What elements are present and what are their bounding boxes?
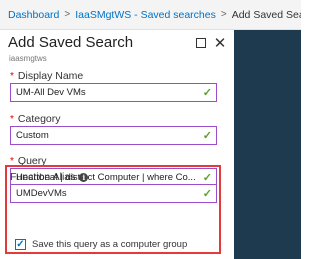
breadcrumb-separator: > (64, 9, 71, 20)
info-icon[interactable]: i (79, 172, 89, 182)
panel-subtitle: iaasmgtws (9, 54, 47, 63)
computer-group-label: Save this query as a computer group (32, 239, 188, 250)
computer-group-option: ✓ Save this query as a computer group (15, 239, 187, 250)
breadcrumb-saved-searches-link[interactable]: IaaSMgtWS - Saved searches (75, 9, 216, 21)
breadcrumb: Dashboard > IaaSMgtWS - Saved searches >… (0, 0, 301, 30)
required-mark: * (10, 113, 14, 125)
category-label-text: Category (17, 113, 61, 125)
category-label: * Category (10, 113, 61, 125)
valid-check-icon: ✓ (202, 188, 212, 200)
background-blade (234, 30, 301, 259)
category-value: Custom (16, 130, 49, 141)
display-name-label-text: Display Name (17, 70, 84, 82)
panel-title: Add Saved Search (8, 34, 134, 51)
category-input[interactable]: Custom ✓ (10, 126, 217, 145)
display-name-value: UM-All Dev VMs (16, 87, 86, 98)
breadcrumb-dashboard-link[interactable]: Dashboard (8, 9, 59, 21)
display-name-input[interactable]: UM-All Dev VMs ✓ (10, 83, 217, 102)
display-name-label: * Display Name (10, 70, 83, 82)
function-alias-label: Function Alias i (10, 171, 89, 183)
computer-group-checkbox[interactable]: ✓ (15, 239, 26, 250)
function-alias-value: UMDevVMs (16, 188, 67, 199)
valid-check-icon: ✓ (202, 87, 212, 99)
valid-check-icon: ✓ (202, 130, 212, 142)
function-alias-input[interactable]: UMDevVMs ✓ (10, 184, 217, 203)
breadcrumb-separator: > (220, 9, 227, 20)
maximize-icon[interactable] (194, 36, 208, 50)
breadcrumb-current: Add Saved Search (231, 8, 301, 21)
close-icon[interactable]: ✕ (213, 35, 227, 52)
function-alias-label-text: Function Alias (10, 171, 76, 183)
required-mark: * (10, 70, 14, 82)
